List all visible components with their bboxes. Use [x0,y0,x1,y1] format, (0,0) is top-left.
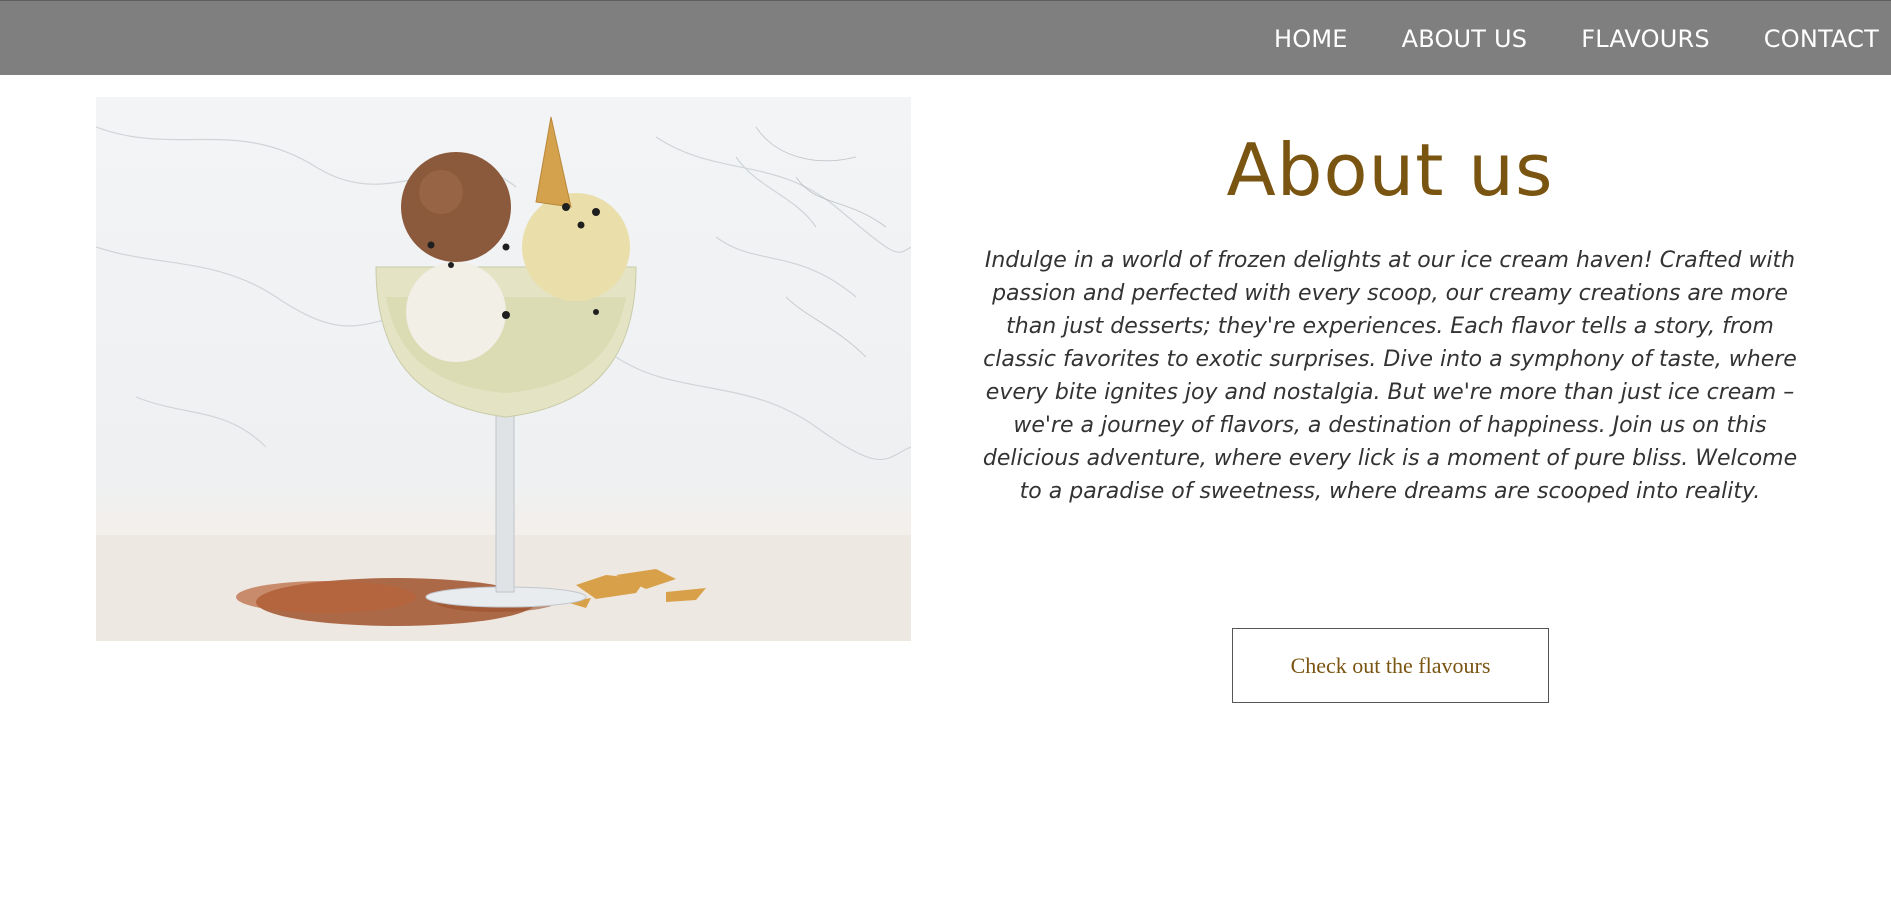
top-navbar: HOME ABOUT US FLAVOURS CONTACT [0,0,1891,75]
check-out-flavours-button[interactable]: Check out the flavours [1232,628,1549,703]
nav-item-home[interactable]: HOME [1274,25,1348,53]
ice-cream-sundae-image [96,97,911,641]
about-title: About us [1226,128,1554,212]
main-navigation: HOME ABOUT US FLAVOURS CONTACT [1220,1,1879,76]
about-paragraph: Indulge in a world of frozen delights at… [982,248,1798,504]
nav-item-flavours[interactable]: FLAVOURS [1581,25,1710,53]
ice-cream-sundae-illustration [96,116,911,641]
nav-item-about-us[interactable]: ABOUT US [1402,25,1528,53]
nav-item-contact[interactable]: CONTACT [1764,25,1879,53]
about-section: About us Indulge in a world of frozen de… [980,120,1800,508]
